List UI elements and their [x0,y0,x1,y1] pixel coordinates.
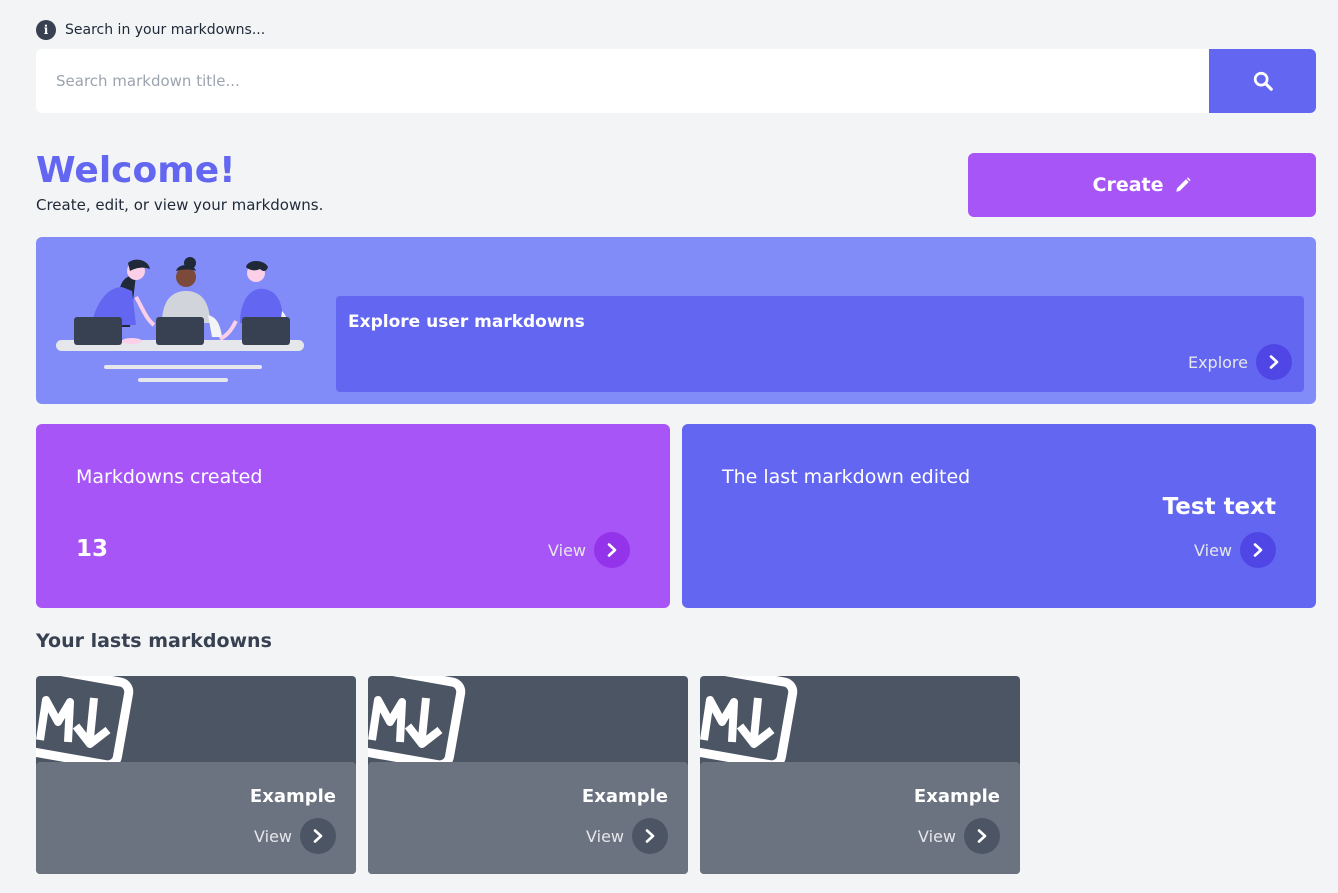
markdown-icon [700,676,798,762]
home-page: i Search in your markdowns... Welcome! C… [0,0,1338,893]
create-button-label: Create [1092,174,1164,196]
view-link-label: View [548,540,586,560]
markdown-card-body: Example View [368,762,688,874]
chevron-right-icon [1256,344,1292,380]
team-illustration [56,257,304,382]
chevron-right-icon [964,818,1000,854]
chevron-right-icon [1240,532,1276,568]
info-icon: i [36,20,56,40]
markdown-icon [36,676,134,762]
last-edited-title: Test text [1162,494,1276,520]
view-link-label: View [254,826,292,846]
page-title: Welcome! [36,150,236,191]
lasts-markdowns-heading: Your lasts markdowns [36,630,272,652]
last-edited-label: The last markdown edited [722,466,971,488]
markdown-card-title: Example [581,786,668,807]
search-button[interactable] [1209,49,1316,113]
search-bar [36,49,1316,113]
last-edited-view-link[interactable]: View [1194,532,1276,568]
explore-link[interactable]: Explore [1188,344,1292,380]
create-button[interactable]: Create [968,153,1316,217]
markdown-card-title: Example [249,786,336,807]
chevron-right-icon [300,818,336,854]
explore-title: Explore user markdowns [348,312,585,332]
view-link-label: View [586,826,624,846]
markdown-view-link[interactable]: View [586,818,668,854]
pencil-icon [1175,177,1191,192]
search-icon [1253,71,1273,91]
markdowns-created-view-link[interactable]: View [548,532,630,568]
markdowns-created-label: Markdowns created [76,466,263,488]
markdown-view-link[interactable]: View [254,818,336,854]
view-link-label: View [918,826,956,846]
markdown-view-link[interactable]: View [918,818,1000,854]
markdown-card-body: Example View [36,762,356,874]
explore-link-label: Explore [1187,352,1248,372]
explore-banner: Explore user markdowns Explore [36,237,1316,404]
markdowns-created-count: 13 [76,536,109,562]
markdown-card[interactable]: Example View [700,676,1020,874]
search-hint: i Search in your markdowns... [36,20,265,40]
markdown-card[interactable]: Example View [368,676,688,874]
markdowns-created-card: Markdowns created 13 View [36,424,670,608]
page-subtitle: Create, edit, or view your markdowns. [36,196,324,214]
search-hint-label: Search in your markdowns... [65,22,266,38]
markdown-icon [368,676,466,762]
markdown-card-title: Example [913,786,1000,807]
last-edited-card: The last markdown edited Test text View [682,424,1316,608]
markdown-card-body: Example View [700,762,1020,874]
explore-card: Explore user markdowns Explore [336,296,1304,392]
markdown-card[interactable]: Example View [36,676,356,874]
view-link-label: View [1194,540,1232,560]
chevron-right-icon [632,818,668,854]
chevron-right-icon [594,532,630,568]
search-input[interactable] [36,49,1209,113]
